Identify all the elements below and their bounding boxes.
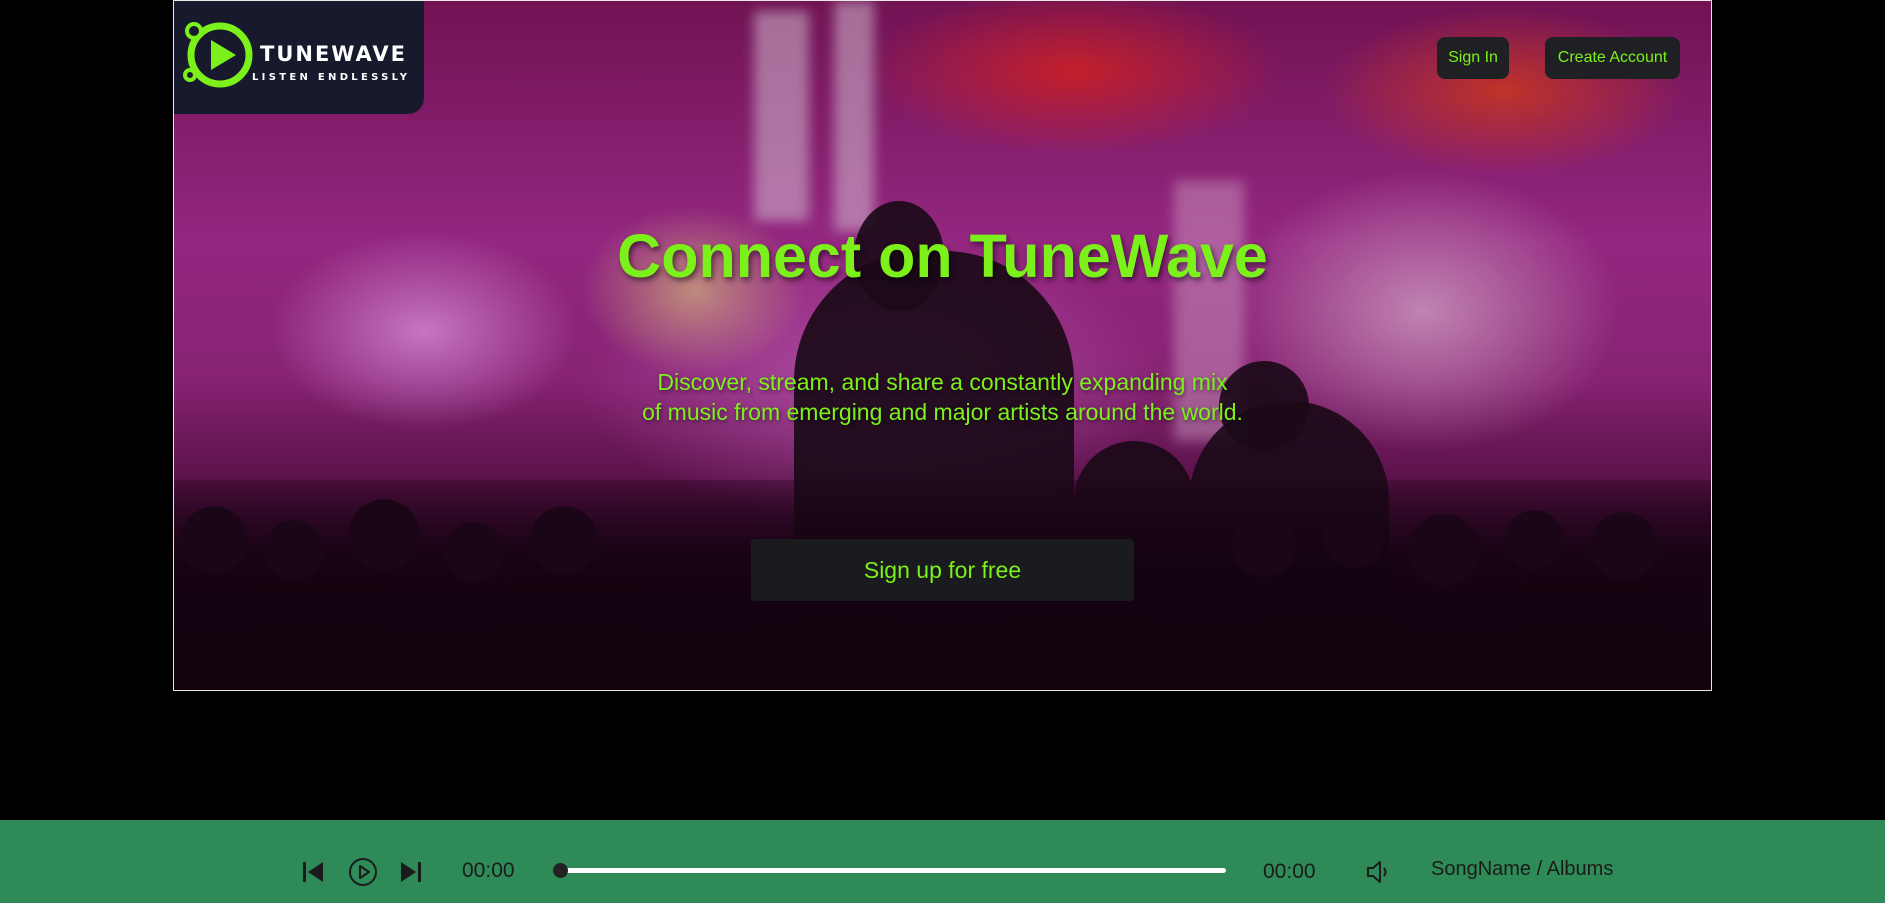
- hero-subtitle: Discover, stream, and share a constantly…: [174, 367, 1711, 427]
- hero-subtitle-line: Discover, stream, and share a constantly…: [657, 369, 1228, 395]
- progress-thumb[interactable]: [553, 863, 568, 878]
- skip-next-icon[interactable]: [400, 861, 422, 883]
- landing-page: TUNEWAVE LISTEN ENDLESSLY Sign In Create…: [0, 0, 1885, 903]
- hero-section: TUNEWAVE LISTEN ENDLESSLY Sign In Create…: [173, 0, 1712, 691]
- skip-previous-icon[interactable]: [302, 861, 324, 883]
- brand-logo[interactable]: TUNEWAVE LISTEN ENDLESSLY: [174, 1, 424, 114]
- create-account-button[interactable]: Create Account: [1545, 37, 1680, 79]
- now-playing-label: SongName / Albums: [1431, 858, 1614, 880]
- brand-tagline: LISTEN ENDLESSLY: [252, 72, 411, 83]
- progress-track[interactable]: [556, 868, 1226, 873]
- volume-icon[interactable]: [1366, 860, 1392, 884]
- play-circle-icon[interactable]: [348, 857, 378, 887]
- hero-subtitle-line: of music from emerging and major artists…: [642, 399, 1243, 425]
- hero-title: Connect on TuneWave: [617, 222, 1268, 290]
- sign-in-button[interactable]: Sign In: [1437, 37, 1509, 79]
- duration-time: 00:00: [1263, 860, 1316, 883]
- current-time: 00:00: [462, 859, 515, 882]
- sign-up-free-button[interactable]: Sign up for free: [751, 539, 1134, 601]
- play-logo-icon: [183, 22, 253, 88]
- brand-name: TUNEWAVE: [260, 42, 407, 66]
